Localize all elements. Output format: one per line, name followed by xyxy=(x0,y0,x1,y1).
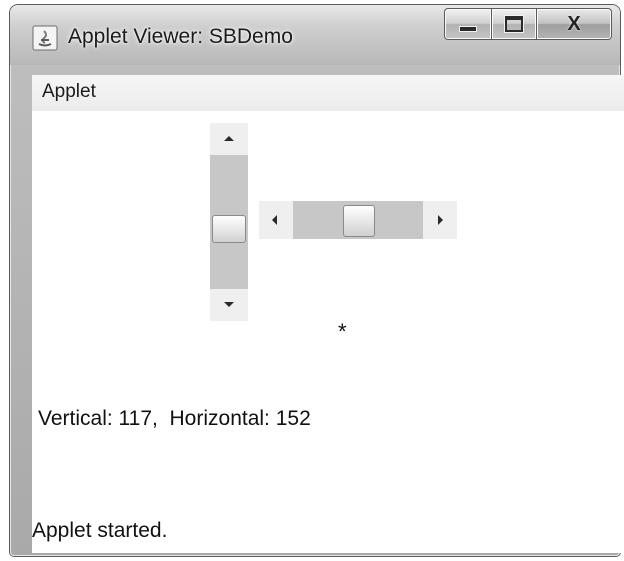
caption-buttons: X xyxy=(444,8,612,40)
scroll-up-button[interactable] xyxy=(210,123,248,155)
minimize-icon xyxy=(459,26,477,32)
vertical-scrollbar[interactable] xyxy=(210,123,248,321)
java-applet-icon xyxy=(32,25,58,51)
arrow-down-icon xyxy=(224,302,234,307)
maximize-button[interactable] xyxy=(492,8,537,40)
applet-panel: * Vertical: 117, Horizontal: 152 Applet … xyxy=(32,111,624,553)
scroll-left-button[interactable] xyxy=(259,201,293,239)
close-icon: X xyxy=(567,12,581,35)
horizontal-scroll-thumb[interactable] xyxy=(343,205,375,237)
scrollbar-values-readout: Vertical: 117, Horizontal: 152 xyxy=(38,407,311,430)
arrow-left-icon xyxy=(272,215,277,225)
applet-viewer-window: Applet Viewer: SBDemo X Applet * Vertica… xyxy=(10,5,624,556)
vertical-scroll-track[interactable] xyxy=(210,155,248,289)
maximize-icon xyxy=(505,16,523,32)
status-bar-text: Applet started. xyxy=(32,519,168,542)
horizontal-scrollbar[interactable] xyxy=(259,201,457,239)
arrow-up-icon xyxy=(224,136,234,141)
horizontal-scroll-track[interactable] xyxy=(293,201,423,239)
menu-applet[interactable]: Applet xyxy=(42,81,96,103)
cursor-star-mark: * xyxy=(338,319,347,344)
scroll-down-button[interactable] xyxy=(210,289,248,321)
menu-bar: Applet xyxy=(32,75,624,111)
vertical-scroll-thumb[interactable] xyxy=(212,215,246,243)
title-bar[interactable]: Applet Viewer: SBDemo X xyxy=(10,5,620,65)
minimize-button[interactable] xyxy=(444,8,492,40)
close-button[interactable]: X xyxy=(537,8,612,40)
arrow-right-icon xyxy=(438,215,443,225)
window-title: Applet Viewer: SBDemo xyxy=(68,25,293,48)
scroll-right-button[interactable] xyxy=(423,201,457,239)
